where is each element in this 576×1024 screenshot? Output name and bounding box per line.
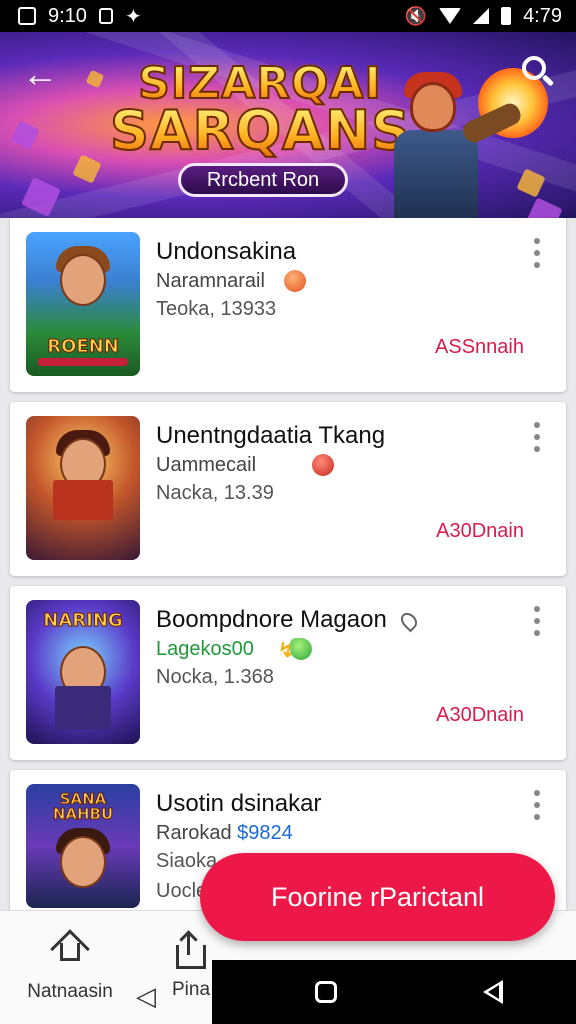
- more-options-icon[interactable]: [530, 422, 544, 452]
- game-meta: Nacka, 13.39: [156, 482, 274, 504]
- primary-action-label: Foorine rParictanl: [270, 881, 485, 912]
- game-subtitle-prefix: Rarokad: [156, 822, 232, 844]
- status-right: 🔇 4:79: [405, 5, 562, 28]
- game-card[interactable]: ROENN Undonsakina Naramnarail Teoka, 139…: [10, 218, 566, 392]
- game-price-link[interactable]: $9824: [237, 822, 293, 844]
- thumb-character-face: [60, 836, 106, 888]
- game-title: Unentngdaatia Tkang: [156, 422, 386, 449]
- battery-icon: [501, 7, 512, 25]
- hot-badge-icon: [312, 454, 334, 476]
- thumb-character-body: [53, 480, 113, 520]
- more-options-icon[interactable]: [530, 790, 544, 820]
- game-title: Usotin dsinakar: [156, 790, 322, 817]
- game-meta: Nocka, 1.368: [156, 666, 274, 688]
- decor-cube: [85, 69, 105, 89]
- thumb-ribbon: [38, 358, 128, 366]
- game-action-link[interactable]: A30Dnain: [436, 704, 524, 727]
- hero-body: [394, 130, 478, 218]
- game-action-link[interactable]: ASSnnaih: [435, 336, 524, 359]
- search-button[interactable]: [518, 52, 558, 92]
- game-thumbnail: NARING: [26, 600, 140, 744]
- nav-home-label: Natnaasin: [27, 981, 113, 1002]
- wifi-icon: [439, 8, 462, 24]
- game-thumbnail: ROENN: [26, 232, 140, 376]
- nav-item-home[interactable]: Natnaasin: [18, 929, 122, 1019]
- decor-cube: [72, 154, 102, 184]
- decor-cube: [10, 120, 40, 150]
- system-nav-bar: [212, 960, 576, 1024]
- more-options-icon[interactable]: [530, 238, 544, 268]
- game-card[interactable]: Unentngdaatia Tkang Uammecail Nacka, 13.…: [10, 402, 566, 576]
- header-banner: ← SIZARQAI SARQANS Rrcbent Ron: [0, 32, 576, 218]
- hero-arm: [460, 100, 524, 146]
- game-subtitle: Naramnarail: [156, 270, 265, 292]
- game-action-link[interactable]: A30Dnain: [436, 520, 524, 543]
- location-pin-icon: [397, 609, 421, 633]
- thumb-character-face: [60, 254, 106, 306]
- triangle-back-icon[interactable]: ◁: [136, 981, 156, 1012]
- system-back-icon[interactable]: [483, 980, 503, 1004]
- gallery-icon: [18, 7, 36, 25]
- banner-pill-button[interactable]: Rrcbent Ron: [178, 163, 348, 197]
- arrow-left-icon: ←: [22, 53, 58, 94]
- more-options-icon[interactable]: [530, 606, 544, 636]
- game-thumbnail: SANA NAHBU: [26, 784, 140, 908]
- decor-cube: [525, 197, 563, 218]
- thumb-label: ROENN: [47, 336, 120, 357]
- game-meta: Teoka, 13933: [156, 298, 277, 320]
- home-icon-base: [60, 943, 80, 961]
- game-logo: SIZARQAI SARQANS: [109, 61, 412, 162]
- hero-illustration: [378, 72, 524, 218]
- status-time-left: 9:10: [48, 4, 87, 27]
- signal-icon: [473, 8, 490, 24]
- nav-second-label[interactable]: Pina: [172, 979, 210, 1001]
- notification-icon: [98, 8, 113, 24]
- hero-head: [410, 82, 456, 132]
- thumb-character-body: [55, 686, 111, 730]
- game-subtitle: Lagekos00: [156, 638, 254, 660]
- logo-line-2: SARQANS: [109, 99, 412, 162]
- tool-icon: ✦: [124, 5, 142, 28]
- primary-action-button[interactable]: Foorine rParictanl: [200, 853, 555, 941]
- game-thumbnail: [26, 416, 140, 560]
- back-button[interactable]: ←: [22, 54, 66, 98]
- game-list: ROENN Undonsakina Naramnarail Teoka, 139…: [10, 218, 566, 920]
- thumb-label: SANA NAHBU: [52, 790, 114, 823]
- mute-icon: 🔇: [404, 5, 428, 26]
- game-title: Undonsakina: [156, 238, 297, 265]
- home-icon: [50, 929, 90, 969]
- fire-icon: [284, 270, 306, 292]
- game-subtitle: Rarokad $9824: [156, 822, 293, 845]
- status-time-right: 4:79: [523, 4, 562, 27]
- recent-apps-icon[interactable]: [315, 981, 337, 1003]
- search-icon-handle: [541, 74, 555, 87]
- status-left: 9:10 ✦: [18, 4, 142, 29]
- game-card[interactable]: NARING Boompdnore Magaon Lagekos00 ↯ Noc…: [10, 586, 566, 760]
- game-title: Boompdnore Magaon: [156, 606, 387, 633]
- banner-pill-label: Rrcbent Ron: [206, 168, 320, 191]
- game-subtitle: Uammecail: [156, 454, 257, 476]
- status-bar: 9:10 ✦ 🔇 4:79: [0, 0, 576, 32]
- share-button[interactable]: [172, 930, 212, 973]
- share-icon: [176, 945, 206, 969]
- leaf-badge-icon: [290, 638, 312, 660]
- thumb-label: NARING: [43, 610, 123, 631]
